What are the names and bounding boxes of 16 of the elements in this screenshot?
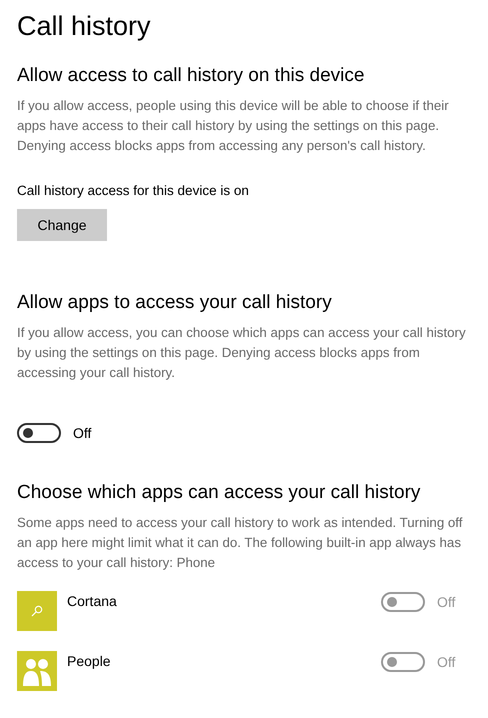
section-heading: Allow access to call history on this device — [17, 64, 366, 88]
app-name: Cortana — [67, 593, 118, 609]
toggle-label: Off — [437, 594, 456, 610]
toggle-label: Off — [437, 654, 456, 670]
page-title: Call history — [17, 10, 152, 43]
section-description: If you allow access, you can choose which apps can access your call history by using the settings on this page. Denying access blocks apps from accessing your call history. — [17, 324, 467, 382]
toggle-label: Off — [73, 425, 92, 441]
section-heading: Allow apps to access your call history — [17, 291, 333, 315]
app-name: People — [67, 653, 112, 669]
section-description: Some apps need to access your call history to work as intended. Turning off an app here might limit what it can do. The following built-in app always has access to your call history: Phone — [17, 514, 464, 572]
section-heading: Choose which apps can access your call history — [17, 481, 422, 505]
search-icon — [31, 605, 43, 617]
section-description: If you allow access, people using this device will be able to choose if their apps have access to their call history by using the settings on this page. Denying access blocks apps from accessing any person's call history. — [17, 97, 450, 155]
toggle-switch[interactable] — [17, 423, 61, 443]
change-button[interactable]: Change — [17, 209, 107, 241]
status-text: Call history access for this device is on — [17, 182, 250, 200]
